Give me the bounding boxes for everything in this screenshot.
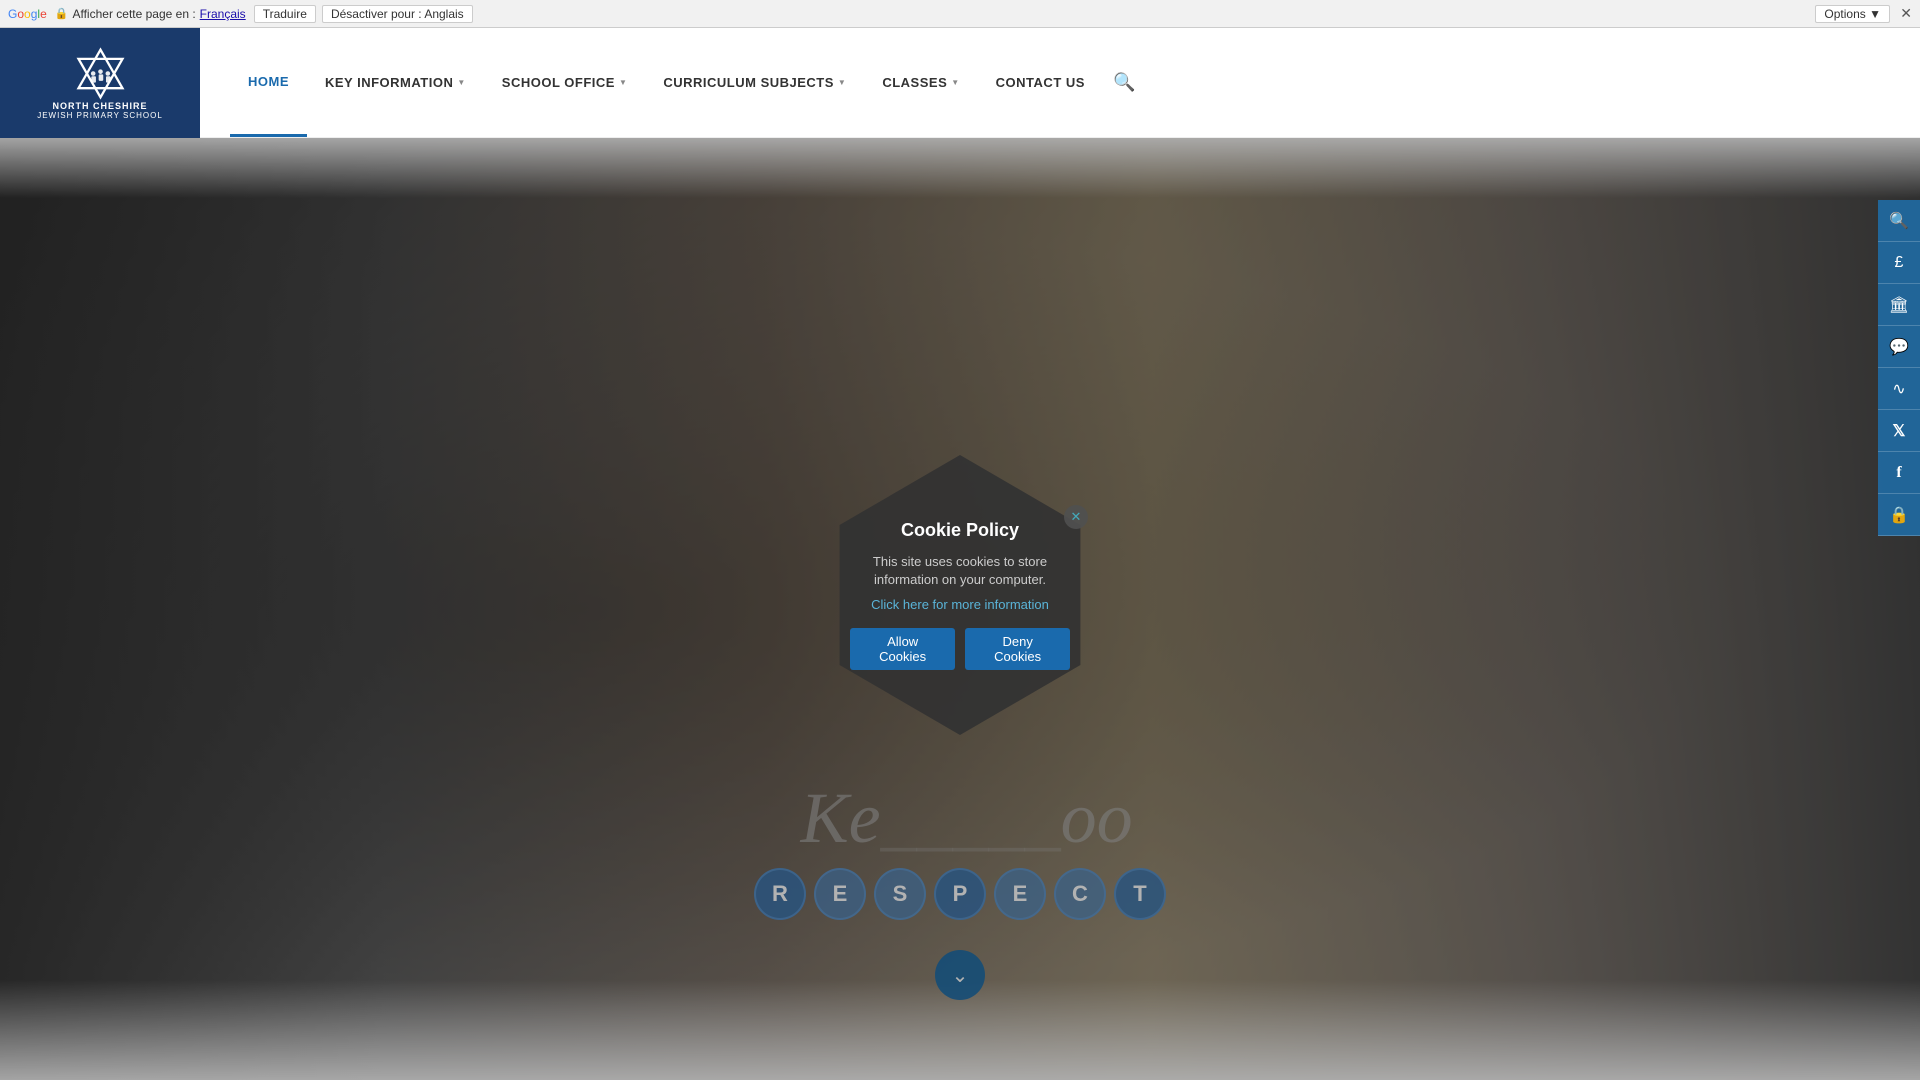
nav-classes[interactable]: CLASSES ▼	[864, 28, 977, 137]
nav-key-information[interactable]: KEY INFORMATION ▼	[307, 28, 484, 137]
sidebar-building-icon[interactable]: 🏛	[1878, 284, 1920, 326]
search-icon[interactable]: 🔍	[1113, 72, 1135, 93]
sidebar-twitter-icon[interactable]: 𝕏	[1878, 410, 1920, 452]
translate-button[interactable]: Traduire	[254, 5, 316, 23]
nav-curriculum-subjects[interactable]: CURRICULUM SUBJECTS ▼	[645, 28, 864, 137]
chevron-down-icon: ▼	[457, 78, 465, 87]
sidebar-facebook-icon[interactable]: f	[1878, 452, 1920, 494]
google-logo: Google	[8, 7, 47, 21]
star-of-david-icon	[73, 46, 128, 101]
language-link[interactable]: Français	[200, 7, 246, 21]
cookie-modal-hexagon: Cookie Policy This site uses cookies to …	[820, 455, 1100, 735]
hero-section: Ke_____oo R E S P E C T ⌄ Cookie Policy …	[0, 138, 1920, 1080]
nav-school-office[interactable]: SCHOOL OFFICE ▼	[484, 28, 646, 137]
translate-bar: Google 🔒 Afficher cette page en : França…	[0, 0, 1920, 28]
sidebar-rss-icon[interactable]: ∿	[1878, 368, 1920, 410]
sidebar-lock-icon[interactable]: 🔒	[1878, 494, 1920, 536]
sidebar-search-icon[interactable]: 🔍	[1878, 200, 1920, 242]
site-header: NORTH CHESHIRE JEWISH PRIMARY SCHOOL HOM…	[0, 28, 1920, 138]
lock-indicator-icon: 🔒	[55, 7, 69, 20]
cookie-modal-title: Cookie Policy	[901, 520, 1019, 541]
translate-label: Afficher cette page en :	[72, 7, 195, 21]
allow-cookies-button[interactable]: Allow Cookies	[850, 628, 955, 670]
chevron-down-icon: ▼	[838, 78, 846, 87]
cookie-more-info-link[interactable]: Click here for more information	[871, 597, 1049, 612]
nav-contact-us[interactable]: CONTACT US	[978, 28, 1103, 137]
sidebar-pound-icon[interactable]: £	[1878, 242, 1920, 284]
sidebar-comment-icon[interactable]: 💬	[1878, 326, 1920, 368]
main-navigation: HOME KEY INFORMATION ▼ SCHOOL OFFICE ▼ C…	[200, 28, 1900, 137]
cookie-close-icon[interactable]: ✕	[1064, 505, 1088, 529]
school-name-line2: JEWISH PRIMARY SCHOOL	[37, 111, 163, 120]
chevron-down-icon: ▼	[619, 78, 627, 87]
chevron-down-icon: ▼	[951, 78, 959, 87]
school-name-line1: NORTH CHESHIRE	[52, 101, 147, 111]
options-button[interactable]: Options ▼	[1815, 5, 1890, 23]
deny-cookies-button[interactable]: Deny Cookies	[965, 628, 1070, 670]
desactiver-button[interactable]: Désactiver pour : Anglais	[322, 5, 473, 23]
cookie-modal-body: This site uses cookies to store informat…	[850, 553, 1070, 589]
cookie-modal: Cookie Policy This site uses cookies to …	[820, 455, 1100, 735]
close-translate-bar-icon[interactable]: ✕	[1900, 5, 1912, 22]
cookie-buttons-group: Allow Cookies Deny Cookies	[850, 628, 1070, 670]
school-logo[interactable]: NORTH CHESHIRE JEWISH PRIMARY SCHOOL	[0, 28, 200, 138]
nav-home[interactable]: HOME	[230, 28, 307, 137]
right-sidebar: 🔍 £ 🏛 💬 ∿ 𝕏 f 🔒	[1878, 200, 1920, 536]
